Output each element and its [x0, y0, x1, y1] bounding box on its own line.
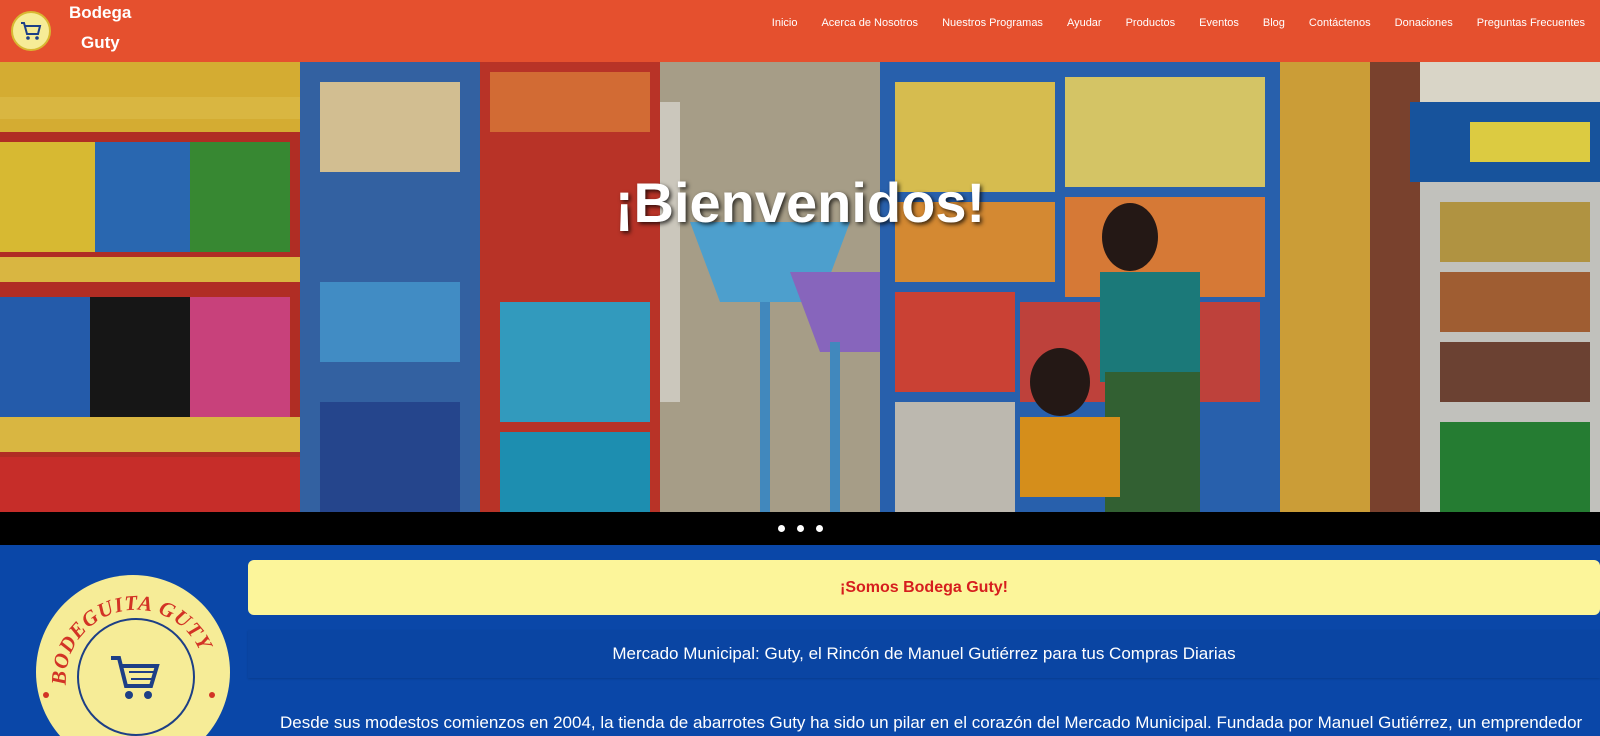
nav-link-productos[interactable]: Productos	[1126, 17, 1176, 29]
headline-box: ¡Somos Bodega Guty!	[248, 560, 1600, 615]
nav-link-ayudar[interactable]: Ayudar	[1067, 17, 1102, 29]
shopping-cart-icon	[21, 22, 42, 40]
carousel-indicators	[0, 512, 1600, 545]
brand-name[interactable]: Bodega Guty	[69, 0, 139, 58]
nav-link-contactenos[interactable]: Contáctenos	[1309, 17, 1371, 29]
hero-image	[0, 62, 1600, 512]
section-headline: ¡Somos Bodega Guty!	[839, 578, 1008, 596]
section-subtitle: Mercado Municipal: Guty, el Rincón de Ma…	[612, 644, 1236, 663]
brand[interactable]: Bodega Guty	[0, 0, 139, 62]
carousel-dot-1[interactable]	[777, 525, 785, 532]
shopping-cart-icon	[111, 656, 160, 699]
nav-link-blog[interactable]: Blog	[1263, 17, 1285, 29]
subtitle-box: Mercado Municipal: Guty, el Rincón de Ma…	[248, 630, 1600, 678]
nav-link-donaciones[interactable]: Donaciones	[1395, 17, 1453, 29]
brand-name-line1: Bodega	[69, 3, 132, 22]
nav-link-faq[interactable]: Preguntas Frecuentes	[1477, 17, 1585, 29]
hero-carousel[interactable]: ¡Bienvenidos!	[0, 62, 1600, 512]
about-section: BODEGUITA GUTY ¡Somos Bodega Guty! Merca…	[0, 545, 1600, 736]
nav-link-acerca[interactable]: Acerca de Nosotros	[821, 17, 918, 29]
bodeguita-logo: BODEGUITA GUTY	[36, 575, 230, 736]
about-paragraph: Desde sus modestos comienzos en 2004, la…	[280, 713, 1583, 732]
logo-inner-ring	[77, 618, 195, 736]
nav-link-eventos[interactable]: Eventos	[1199, 17, 1239, 29]
carousel-dot-3[interactable]	[815, 525, 823, 532]
navbar: Bodega Guty Inicio Acerca de Nosotros Nu…	[0, 0, 1600, 62]
hero-title: ¡Bienvenidos!	[614, 171, 986, 234]
brand-name-line2: Guty	[81, 33, 120, 52]
carousel-dot-2[interactable]	[796, 525, 804, 532]
brand-logo[interactable]	[11, 11, 51, 51]
nav-link-programas[interactable]: Nuestros Programas	[942, 17, 1043, 29]
nav-links: Inicio Acerca de Nosotros Nuestros Progr…	[748, 0, 1585, 46]
nav-link-inicio[interactable]: Inicio	[772, 17, 798, 29]
